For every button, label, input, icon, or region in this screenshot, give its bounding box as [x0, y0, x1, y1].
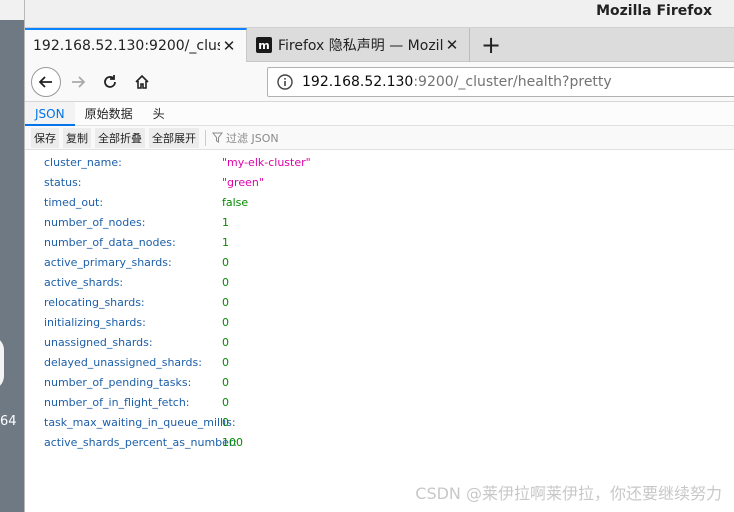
json-key: number_of_in_flight_fetch:: [44, 395, 190, 409]
reload-icon: [104, 75, 116, 88]
json-row[interactable]: relocating_shards: 0: [25, 292, 734, 312]
home-icon: [135, 74, 149, 89]
json-key: active_shards:: [44, 275, 124, 289]
mozilla-favicon-icon: m: [256, 37, 272, 53]
filter-icon: [212, 132, 223, 143]
json-row[interactable]: unassigned_shards: 0: [25, 332, 734, 352]
json-row[interactable]: number_of_nodes: 1: [25, 212, 734, 232]
json-key: unassigned_shards:: [44, 335, 153, 349]
tab-privacy-notice[interactable]: m Firefox 隐私声明 — Mozilla ✕: [248, 28, 470, 62]
json-row[interactable]: number_of_data_nodes: 1: [25, 232, 734, 252]
json-viewer-tabs: JSON 原始数据 头: [25, 102, 734, 126]
tab-headers[interactable]: 头: [143, 102, 175, 126]
json-value: "my-elk-cluster": [222, 155, 311, 169]
json-row[interactable]: task_max_waiting_in_queue_millis: 0: [25, 412, 734, 432]
json-row[interactable]: active_shards_percent_as_number: 100: [25, 432, 734, 452]
json-key: cluster_name:: [44, 155, 122, 169]
desktop-side-text: 64: [0, 414, 17, 429]
json-value: 0: [222, 415, 229, 429]
tab-label: 192.168.52.130:9200/_cluster/health?pret…: [33, 38, 220, 54]
json-value: 0: [222, 395, 229, 409]
json-key: active_primary_shards:: [44, 255, 172, 269]
info-icon[interactable]: [276, 73, 294, 91]
json-value: 0: [222, 295, 229, 309]
json-key: number_of_pending_tasks:: [44, 375, 192, 389]
filter-placeholder: 过滤 JSON: [226, 131, 279, 145]
copy-button[interactable]: 复制: [63, 127, 91, 148]
toolbar-divider: [205, 129, 206, 146]
window-title: Mozilla Firefox: [596, 3, 712, 19]
filter-json-input[interactable]: 过滤 JSON: [212, 130, 279, 146]
window-titlebar: Mozilla Firefox: [25, 0, 734, 28]
json-key: task_max_waiting_in_queue_millis:: [44, 415, 236, 429]
forward-button[interactable]: [63, 67, 93, 97]
json-value: 100: [222, 435, 243, 449]
reload-button[interactable]: [95, 67, 125, 97]
close-tab-icon[interactable]: ✕: [443, 36, 461, 54]
address-bar[interactable]: 192.168.52.130:9200/_cluster/health?pret…: [267, 67, 734, 97]
collapse-all-button[interactable]: 全部折叠: [95, 127, 145, 148]
expand-all-button[interactable]: 全部展开: [149, 127, 199, 148]
json-value: false: [222, 195, 249, 209]
browser-window: Mozilla Firefox 192.168.52.130:9200/_clu…: [24, 0, 734, 512]
json-value: 0: [222, 255, 229, 269]
json-value: 0: [222, 355, 229, 369]
tab-cluster-health[interactable]: 192.168.52.130:9200/_cluster/health?pret…: [25, 28, 247, 62]
json-row[interactable]: initializing_shards: 0: [25, 312, 734, 332]
json-row[interactable]: number_of_pending_tasks: 0: [25, 372, 734, 392]
json-row[interactable]: active_shards: 0: [25, 272, 734, 292]
json-value: 0: [222, 315, 229, 329]
tab-raw-data[interactable]: 原始数据: [75, 102, 143, 126]
back-arrow-icon: [38, 76, 52, 88]
desktop-widget: [0, 336, 4, 390]
json-key: status:: [44, 175, 82, 189]
watermark: CSDN @莱伊拉啊莱伊拉，你还要继续努力: [415, 484, 722, 503]
json-value: "green": [222, 175, 264, 189]
json-key: number_of_nodes:: [44, 215, 146, 229]
json-key: active_shards_percent_as_number:: [44, 435, 237, 449]
json-row[interactable]: timed_out: false: [25, 192, 734, 212]
json-key: relocating_shards:: [44, 295, 145, 309]
tab-label: Firefox 隐私声明 — Mozilla: [278, 38, 443, 54]
tab-json[interactable]: JSON: [25, 102, 75, 126]
json-key: delayed_unassigned_shards:: [44, 355, 202, 369]
json-key: timed_out:: [44, 195, 104, 209]
new-tab-button[interactable]: +: [477, 31, 505, 59]
json-tree: cluster_name: "my-elk-cluster" status: "gr…: [25, 150, 734, 452]
close-tab-icon[interactable]: ✕: [220, 37, 238, 55]
json-value: 1: [222, 235, 229, 249]
json-key: number_of_data_nodes:: [44, 235, 176, 249]
json-row[interactable]: cluster_name: "my-elk-cluster": [25, 152, 734, 172]
url-path: :9200/_cluster/health?pretty: [413, 74, 612, 90]
tab-strip: 192.168.52.130:9200/_cluster/health?pret…: [25, 28, 734, 62]
json-value: 1: [222, 215, 229, 229]
desktop-background: 64: [0, 0, 24, 512]
home-button[interactable]: [127, 67, 157, 97]
json-row[interactable]: delayed_unassigned_shards: 0: [25, 352, 734, 372]
json-value: 0: [222, 375, 229, 389]
navigation-toolbar: 192.168.52.130:9200/_cluster/health?pret…: [25, 62, 734, 102]
forward-arrow-icon: [72, 76, 86, 88]
json-row[interactable]: active_primary_shards: 0: [25, 252, 734, 272]
json-toolbar: 保存 复制 全部折叠 全部展开 过滤 JSON: [25, 126, 734, 150]
save-button[interactable]: 保存: [31, 127, 59, 148]
background-window-edge: [0, 0, 24, 20]
url-host: 192.168.52.130: [302, 74, 414, 90]
json-row[interactable]: number_of_in_flight_fetch: 0: [25, 392, 734, 412]
json-value: 0: [222, 335, 229, 349]
json-key: initializing_shards:: [44, 315, 146, 329]
json-row[interactable]: status: "green": [25, 172, 734, 192]
json-value: 0: [222, 275, 229, 289]
back-button[interactable]: [31, 67, 61, 97]
